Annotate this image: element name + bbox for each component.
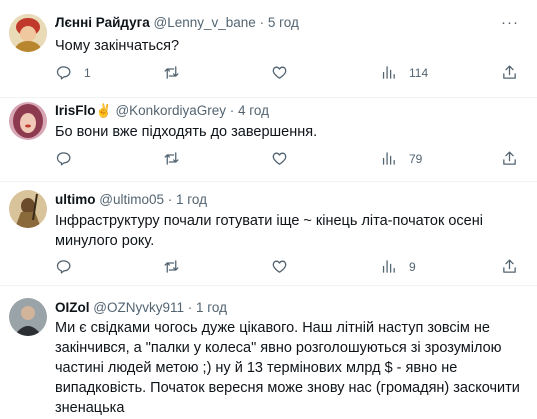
tweet-header: Лєнні Райдуга @Lenny_v_bane · 5 год — [55, 14, 299, 32]
display-name[interactable]: Лєнні Райдуга — [55, 15, 150, 30]
heart-icon — [272, 152, 287, 165]
reply-button[interactable] — [55, 150, 84, 167]
tweet-actions: 9 — [55, 258, 525, 278]
avatar[interactable] — [9, 14, 47, 52]
user-handle[interactable]: @OZNyvky911 — [93, 300, 184, 315]
tweet-text: Інфраструктуру почали готувати іще ~ кін… — [55, 213, 483, 249]
separator: · — [229, 103, 235, 118]
tweet-header: OIZol @OZNyvky911 · 1 год — [55, 299, 227, 317]
user-handle[interactable]: @KonkordiyaGrey — [115, 103, 226, 118]
avatar[interactable] — [9, 190, 47, 228]
separator: · — [167, 192, 173, 207]
views-icon — [382, 152, 395, 165]
display-name[interactable]: ultimo — [55, 192, 96, 207]
reply-icon — [56, 152, 71, 166]
views-button[interactable]: 9 — [380, 258, 416, 275]
avatar[interactable] — [9, 298, 47, 336]
tweet[interactable]: Лєнні Райдуга @Lenny_v_bane · 5 год ··· … — [0, 0, 537, 98]
retweet-icon — [164, 66, 179, 79]
user-handle[interactable]: @Lenny_v_bane — [154, 15, 256, 30]
tweet-text: Ми є свідками чогось дуже цікавого. Наш … — [55, 320, 520, 416]
share-icon — [503, 259, 516, 273]
display-name[interactable]: IrisFlo — [55, 103, 96, 118]
avatar-image — [9, 298, 47, 336]
views-count: 79 — [409, 151, 423, 166]
like-button[interactable] — [271, 150, 300, 167]
reply-icon — [56, 260, 71, 274]
more-options-button[interactable]: ··· — [501, 14, 519, 32]
avatar-image — [9, 14, 47, 52]
retweet-button[interactable] — [163, 258, 192, 275]
user-handle[interactable]: @ultimo05 — [99, 192, 164, 207]
timestamp[interactable]: 1 год — [176, 192, 207, 207]
views-button[interactable]: 79 — [380, 150, 422, 167]
avatar-image — [9, 190, 47, 228]
reply-count: 1 — [84, 65, 91, 80]
separator: · — [259, 15, 265, 30]
victory-hand-emoji: ✌ — [95, 103, 112, 118]
share-button[interactable] — [501, 64, 518, 81]
tweet-header: IrisFlo✌ @KonkordiyaGrey · 4 год — [55, 102, 269, 120]
timestamp[interactable]: 4 год — [238, 103, 269, 118]
retweet-icon — [164, 152, 179, 165]
tweet-text: Чому закінчаться? — [55, 38, 180, 54]
share-icon — [503, 65, 516, 79]
avatar-image — [9, 102, 47, 140]
like-button[interactable] — [271, 258, 300, 275]
tweet[interactable]: IrisFlo✌ @KonkordiyaGrey · 4 год Бо вони… — [0, 98, 537, 182]
retweet-icon — [164, 260, 179, 273]
retweet-button[interactable] — [163, 64, 192, 81]
views-count: 9 — [409, 259, 416, 274]
share-button[interactable] — [501, 150, 518, 167]
like-button[interactable] — [271, 64, 300, 81]
heart-icon — [272, 260, 287, 273]
heart-icon — [272, 66, 287, 79]
reply-button[interactable]: 1 — [55, 64, 91, 81]
tweet-actions: 79 — [55, 150, 525, 170]
retweet-button[interactable] — [163, 150, 192, 167]
tweet[interactable]: OIZol @OZNyvky911 · 1 год Ми є свідками … — [0, 286, 537, 419]
views-icon — [382, 260, 395, 273]
timestamp[interactable]: 1 год — [196, 300, 227, 315]
tweet-text: Бо вони вже підходять до завершення. — [55, 124, 318, 140]
views-icon — [382, 66, 395, 79]
reply-button[interactable] — [55, 258, 84, 275]
tweet-actions: 1 114 — [55, 64, 525, 84]
display-name[interactable]: OIZol — [55, 300, 90, 315]
timestamp[interactable]: 5 год — [268, 15, 299, 30]
views-count: 114 — [409, 65, 429, 80]
avatar[interactable] — [9, 102, 47, 140]
tweet[interactable]: ultimo @ultimo05 · 1 год Інфраструктуру … — [0, 182, 537, 286]
tweet-header: ultimo @ultimo05 · 1 год — [55, 191, 207, 209]
reply-icon — [56, 66, 71, 80]
views-button[interactable]: 114 — [380, 64, 428, 81]
share-icon — [503, 151, 516, 165]
share-button[interactable] — [501, 258, 518, 275]
separator: · — [187, 300, 193, 315]
